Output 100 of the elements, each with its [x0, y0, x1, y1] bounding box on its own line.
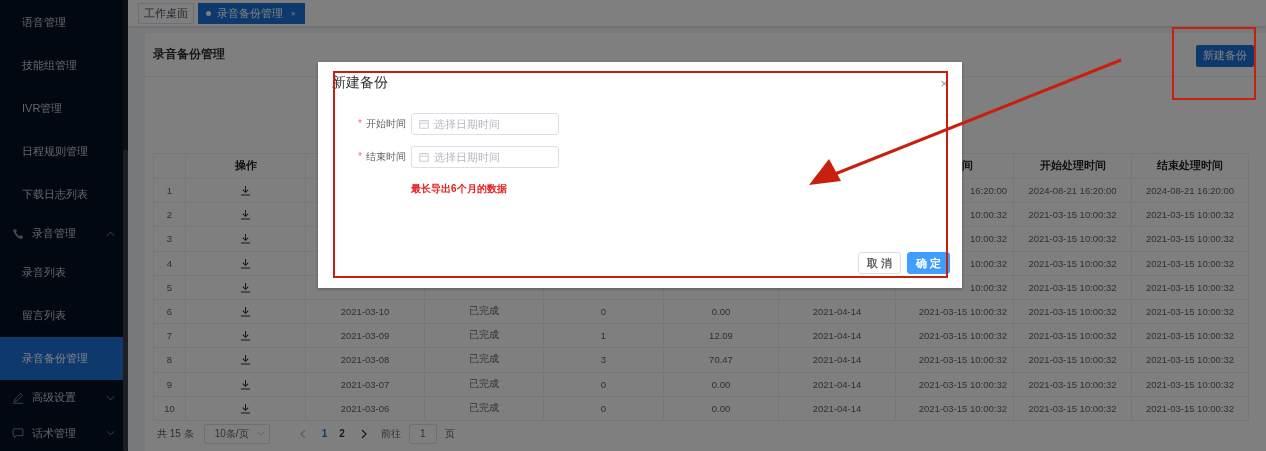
table-cell: 已完成	[469, 377, 499, 389]
download-icon[interactable]	[240, 257, 251, 269]
table-cell: 3	[600, 354, 607, 366]
page-number[interactable]: 1	[321, 428, 328, 440]
total-count: 共 15 条	[157, 426, 194, 441]
table-cell: 2021-03-15 10:00:32	[1145, 233, 1235, 245]
download-icon[interactable]	[240, 281, 251, 293]
table-cell: 2021-04-14	[812, 402, 862, 414]
download-icon[interactable]	[240, 402, 251, 414]
menu-item[interactable]: 留言列表	[0, 294, 123, 338]
page-number[interactable]: 2	[339, 428, 345, 440]
table-cell: 2021-03-10	[340, 306, 390, 318]
table-cell: 2021-03-15 10:00:32	[1028, 233, 1117, 245]
table-cell: 2024-08-21 16:20:00	[1145, 185, 1235, 197]
table-cell: 2021-03-15 10:00:32	[918, 306, 1007, 318]
table-cell: 1	[600, 330, 607, 342]
next-page-icon[interactable]	[360, 428, 367, 439]
download-icon[interactable]	[240, 306, 251, 318]
table-cell: 2021-04-14	[812, 378, 862, 390]
table-cell: 2024-08-21 16:20:00	[1028, 185, 1117, 197]
download-icon[interactable]	[240, 330, 251, 342]
scrollbar-thumb[interactable]	[123, 150, 128, 451]
table-cell: 2021-03-15 10:00:32	[1028, 330, 1117, 342]
menu-item[interactable]: 技能组管理	[0, 44, 123, 87]
table-cell: 2021-03-15 10:00:32	[918, 354, 1007, 366]
table-cell: 0.00	[711, 378, 731, 390]
table-cell: 9	[166, 378, 173, 390]
table-cell: 2021-03-15 10:00:32	[1145, 330, 1235, 342]
table-cell: 4	[166, 257, 173, 269]
table-cell: 2021-03-15 10:00:32	[1028, 281, 1117, 293]
page-title: 录音备份管理	[153, 46, 225, 63]
pencil-icon	[12, 392, 24, 404]
column-header: 结束处理时间	[1157, 159, 1223, 171]
column-header: 操作	[234, 159, 257, 171]
table-cell: 0	[600, 378, 607, 390]
table-cell: 2021-03-08	[340, 354, 390, 366]
menu-item[interactable]: 录音列表	[0, 251, 123, 295]
table-cell: 5	[166, 281, 173, 293]
table-cell: 2021-03-15 10:00:32	[1145, 354, 1235, 366]
column-header: 开始处理时间	[1039, 159, 1106, 171]
table-cell: 已完成	[469, 401, 499, 413]
menu-item[interactable]: 下载日志列表	[0, 173, 123, 216]
table-cell: 2021-04-14	[812, 354, 862, 366]
download-icon[interactable]	[240, 185, 251, 197]
download-icon[interactable]	[240, 378, 251, 390]
menu-group-label[interactable]: 录音管理	[32, 226, 106, 242]
table-cell: 已完成	[469, 353, 499, 365]
confirm-button[interactable]: 确 定	[906, 252, 950, 274]
required-mark: *	[358, 117, 362, 129]
menu-item[interactable]: IVR管理	[0, 87, 123, 130]
table-cell: 2021-03-15 10:00:32	[1145, 281, 1235, 293]
table-cell: 2021-03-15 10:00:32	[1028, 378, 1117, 390]
menu-group-label[interactable]: 高级设置	[32, 390, 106, 406]
download-icon[interactable]	[240, 354, 251, 366]
table-cell: 10:00:32	[970, 257, 1007, 269]
new-backup-button[interactable]: 新建备份	[1196, 44, 1254, 67]
table-cell: 8	[166, 354, 173, 366]
page-tab[interactable]: 录音备份管理 ×	[198, 2, 305, 24]
table-cell: 2021-03-15 10:00:32	[1145, 378, 1235, 390]
table-cell: 2021-03-15 10:00:32	[918, 402, 1007, 414]
date-time-field[interactable]: 选择日期时间	[411, 112, 559, 135]
table-cell: 3	[166, 233, 173, 245]
table-cell: 已完成	[469, 305, 499, 317]
menu-item[interactable]: 录音备份管理	[0, 337, 123, 381]
table-cell: 10:00:32	[970, 233, 1007, 245]
phone-icon	[12, 227, 24, 240]
required-mark: *	[358, 150, 362, 162]
table-cell: 2021-03-15 10:00:32	[1145, 209, 1235, 221]
table-cell: 10	[164, 402, 175, 414]
menu-item[interactable]: 语音管理	[0, 0, 123, 44]
table-cell: 2021-03-15 10:00:32	[1028, 257, 1117, 269]
field-label: 开始时间	[366, 117, 406, 129]
table-cell: 0	[600, 306, 607, 318]
table-cell: 2	[166, 209, 173, 221]
field-label: 结束时间	[366, 150, 406, 162]
caret-icon	[256, 431, 265, 437]
chat-icon	[12, 427, 24, 440]
cancel-button[interactable]: 取 消	[857, 252, 901, 274]
table-cell: 2021-03-15 10:00:32	[1028, 209, 1117, 221]
page-input[interactable]: 1	[408, 423, 437, 444]
table-cell: 6	[166, 306, 173, 318]
menu-item[interactable]: 日程规则管理	[0, 130, 123, 173]
hint-text: 最长导出6个月的数据	[411, 182, 508, 196]
table-cell: 2021-03-15 10:00:32	[1028, 306, 1117, 318]
calendar-icon	[419, 151, 429, 162]
column-header: 间	[962, 159, 973, 171]
download-icon[interactable]	[240, 233, 251, 245]
table-cell: 7	[166, 330, 173, 342]
table-cell: 10:00:32	[970, 209, 1007, 221]
page-suffix: 页	[444, 426, 455, 441]
table-cell: 16:20:00	[970, 185, 1007, 197]
download-icon[interactable]	[240, 209, 251, 221]
page-size-select[interactable]: 10条/页	[203, 423, 270, 444]
table-cell: 0.00	[711, 306, 731, 318]
page-tab[interactable]: 工作桌面	[138, 2, 194, 24]
menu-group-label[interactable]: 话术管理	[32, 425, 106, 441]
goto-label: 前往	[380, 426, 401, 441]
date-time-field[interactable]: 选择日期时间	[411, 145, 559, 168]
table-cell: 已完成	[469, 329, 499, 341]
table-cell: 0	[600, 402, 607, 414]
